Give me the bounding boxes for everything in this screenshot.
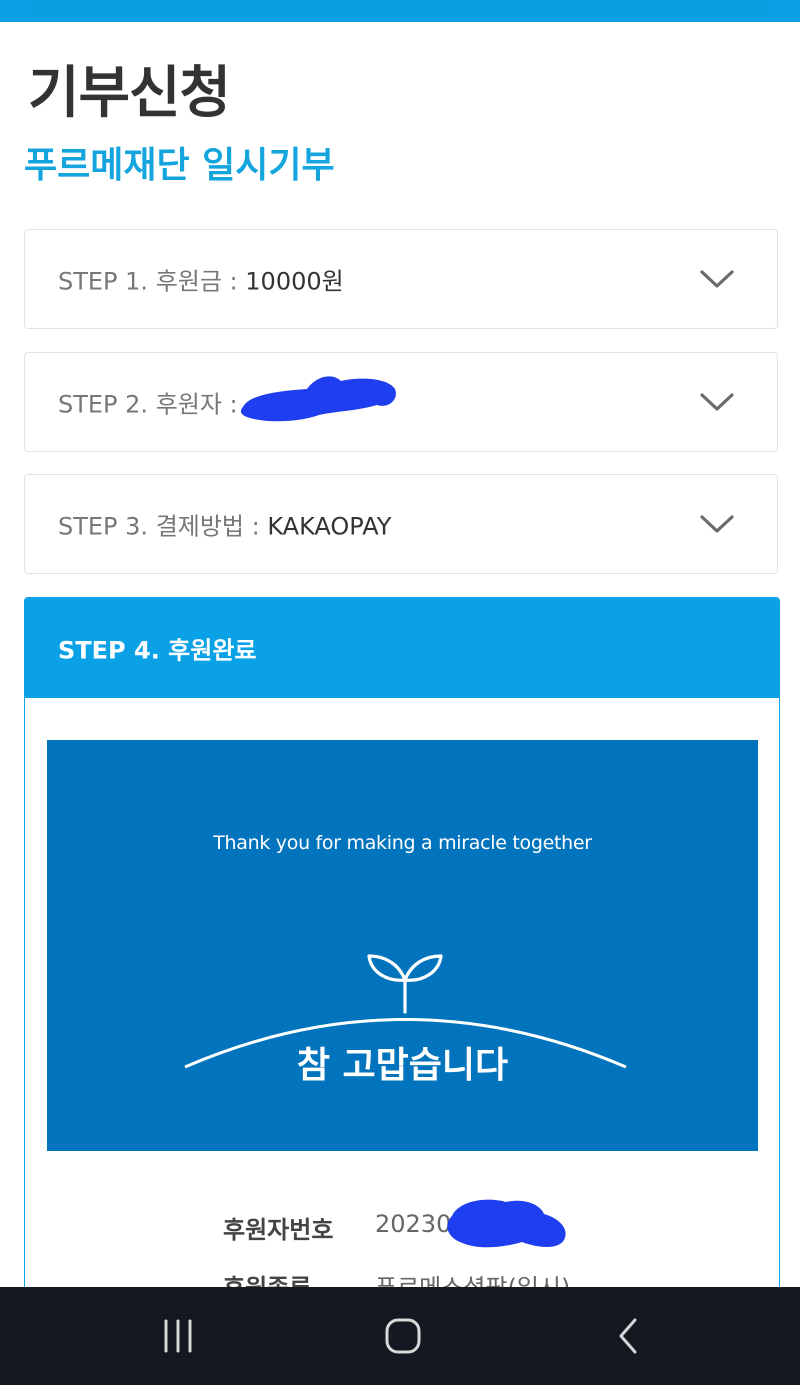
chevron-down-icon[interactable] bbox=[699, 384, 735, 420]
redaction-mark bbox=[447, 1199, 566, 1248]
thank-you-korean-text: 참 고맙습니다 bbox=[296, 1045, 509, 1086]
step-2-label: STEP 2. 후원자 : bbox=[58, 385, 238, 420]
top-app-bar bbox=[0, 0, 800, 22]
step-3-label: STEP 3. 결제방법 : KAKAOPAY bbox=[58, 507, 391, 542]
step-3-accordion[interactable]: STEP 3. 결제방법 : KAKAOPAY bbox=[24, 474, 778, 574]
step-4-panel: STEP 4. 후원완료 Thank you for making a mira… bbox=[24, 597, 780, 1297]
step-2-accordion[interactable]: STEP 2. 후원자 : bbox=[24, 352, 778, 452]
recent-apps-icon[interactable] bbox=[158, 1316, 198, 1356]
donor-number-row: 후원자번호 20230 bbox=[25, 1199, 779, 1250]
step-1-value: 10000원 bbox=[245, 267, 344, 296]
chevron-down-icon[interactable] bbox=[699, 506, 735, 542]
step-3-value: KAKAOPAY bbox=[267, 512, 392, 541]
redaction-mark bbox=[240, 376, 396, 422]
home-icon[interactable] bbox=[383, 1316, 423, 1356]
step-1-label: STEP 1. 후원금 : 10000원 bbox=[58, 262, 344, 297]
page-title: 기부신청 bbox=[28, 61, 231, 126]
thank-you-banner: Thank you for making a miracle together … bbox=[47, 740, 758, 1151]
step-3-title: STEP 3. 결제방법 : bbox=[58, 512, 268, 541]
system-navigation-bar bbox=[0, 1287, 800, 1385]
step-4-header[interactable]: STEP 4. 후원완료 bbox=[25, 598, 779, 698]
step-1-accordion[interactable]: STEP 1. 후원금 : 10000원 bbox=[24, 229, 778, 329]
back-icon[interactable] bbox=[608, 1316, 648, 1356]
step-4-title: STEP 4. 후원완료 bbox=[58, 636, 257, 665]
top-app-bar-inner bbox=[30, 0, 770, 18]
page-subtitle: 푸르메재단 일시기부 bbox=[24, 145, 335, 186]
donor-number-label: 후원자번호 bbox=[223, 1216, 334, 1244]
chevron-down-icon[interactable] bbox=[699, 261, 735, 297]
sprout-illustration bbox=[184, 954, 627, 1069]
step-1-title: STEP 1. 후원금 : bbox=[58, 267, 246, 296]
step-2-title: STEP 2. 후원자 : bbox=[58, 390, 238, 419]
